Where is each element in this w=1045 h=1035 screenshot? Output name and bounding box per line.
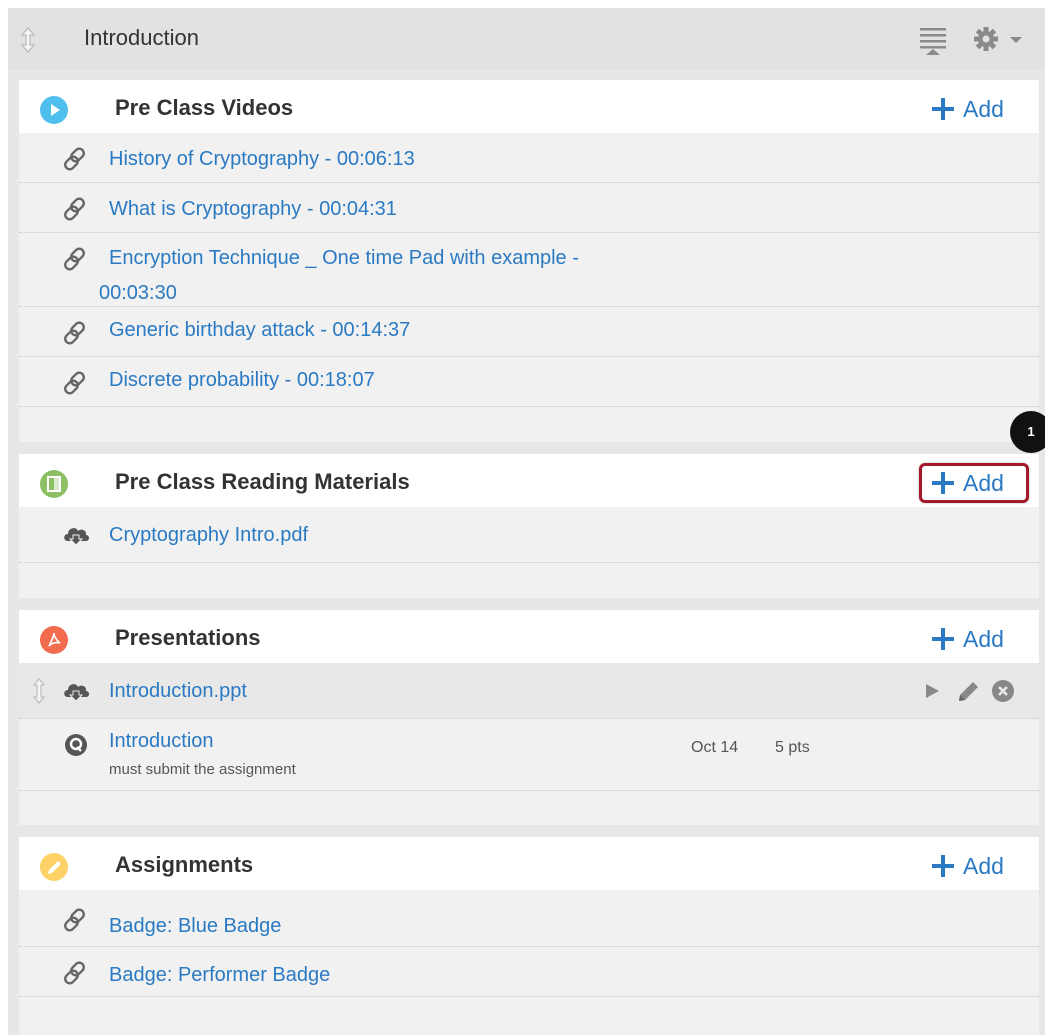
item-link[interactable]: What is Cryptography - 00:04:31: [109, 195, 397, 223]
add-button-label: Add: [963, 626, 1004, 652]
section-header: Pre Class Videos Add: [19, 80, 1039, 133]
list-item: Badge: Blue Badge: [19, 890, 1039, 947]
cloud-download-icon: [64, 684, 89, 702]
drag-handle-icon[interactable]: [31, 677, 47, 705]
section-title: Presentations: [115, 625, 261, 650]
item-link[interactable]: History of Cryptography - 00:06:13: [109, 145, 415, 173]
link-icon: [64, 321, 85, 345]
section-title: Pre Class Reading Materials: [115, 469, 410, 494]
gear-icon[interactable]: [972, 25, 1026, 53]
pencil-icon: [40, 853, 68, 881]
section-pre-class-videos: Pre Class Videos Add History of Cryptogr…: [19, 80, 1039, 442]
list-item: What is Cryptography - 00:04:31: [19, 183, 1039, 233]
pdf-icon: [40, 626, 68, 654]
quiz-icon: [65, 734, 87, 756]
section-presentations: Presentations Add Introduction.ppt Intro…: [19, 610, 1039, 825]
link-icon: [64, 371, 85, 395]
list-item: Encryption Technique _ One time Pad with…: [19, 233, 1039, 307]
list-item: Introduction.ppt: [19, 663, 1039, 719]
section-header: Pre Class Reading Materials Add: [19, 454, 1039, 507]
plus-icon: [932, 472, 954, 494]
list-item: Introduction must submit the assignment …: [19, 719, 1039, 791]
list-item: History of Cryptography - 00:06:13: [19, 133, 1039, 183]
section-title: Pre Class Videos: [115, 95, 294, 120]
item-link[interactable]: Discrete probability - 00:18:07: [109, 366, 375, 394]
item-link[interactable]: Cryptography Intro.pdf: [109, 521, 308, 549]
section-pre-class-reading-materials: Pre Class Reading Materials Add Cryptogr…: [19, 454, 1039, 598]
list-item: Discrete probability - 00:18:07: [19, 357, 1039, 407]
list-item: Generic birthday attack - 00:14:37: [19, 307, 1039, 357]
add-button[interactable]: Add: [919, 463, 1029, 503]
pencil-icon[interactable]: [955, 679, 981, 703]
item-link[interactable]: Badge: Blue Badge: [109, 912, 281, 940]
video-icon: [40, 96, 68, 124]
plus-icon: [932, 628, 954, 650]
link-icon: [64, 247, 85, 271]
plus-icon: [932, 98, 954, 120]
add-button-label: Add: [963, 853, 1004, 879]
points: 5 pts: [775, 739, 810, 756]
add-button-label: Add: [963, 470, 1004, 496]
link-icon: [64, 908, 85, 932]
due-date: Oct 14: [691, 739, 739, 756]
list-item: Badge: Performer Badge: [19, 947, 1039, 997]
item-link[interactable]: Introduction: [109, 727, 214, 755]
drag-handle-icon[interactable]: [18, 26, 38, 54]
item-link[interactable]: Generic birthday attack - 00:14:37: [109, 316, 410, 344]
add-button-label: Add: [963, 96, 1004, 122]
link-icon: [64, 147, 85, 171]
section-title: Assignments: [115, 852, 254, 877]
link-icon: [64, 197, 85, 221]
section-assignments: Assignments Add Badge: Blue Badge Badge:…: [19, 837, 1039, 1035]
add-button[interactable]: Add: [919, 846, 1029, 886]
document-icon: [40, 470, 68, 498]
module-introduction: Introduction Pre Class Videos Add Histor…: [8, 8, 1045, 1035]
item-link[interactable]: Badge: Performer Badge: [109, 961, 330, 989]
plus-icon: [932, 855, 954, 877]
link-icon: [64, 961, 85, 985]
chevron-down-icon: [1010, 37, 1022, 43]
item-link[interactable]: Introduction.ppt: [109, 677, 247, 705]
section-header: Presentations Add: [19, 610, 1039, 663]
module-header: Introduction: [8, 8, 1045, 70]
remove-icon[interactable]: [991, 679, 1015, 703]
item-link[interactable]: Encryption Technique _ One time Pad with…: [99, 241, 659, 311]
cloud-download-icon: [64, 528, 89, 546]
list-item: Cryptography Intro.pdf: [19, 507, 1039, 563]
add-button[interactable]: Add: [919, 89, 1029, 129]
add-button[interactable]: Add: [919, 619, 1029, 659]
module-title: Introduction: [84, 25, 199, 50]
play-icon[interactable]: [923, 682, 941, 700]
item-subtitle: must submit the assignment: [109, 761, 296, 778]
section-header: Assignments Add: [19, 837, 1039, 890]
collapse-outline-icon[interactable]: [918, 24, 948, 56]
callout-badge: 1: [1010, 411, 1045, 453]
